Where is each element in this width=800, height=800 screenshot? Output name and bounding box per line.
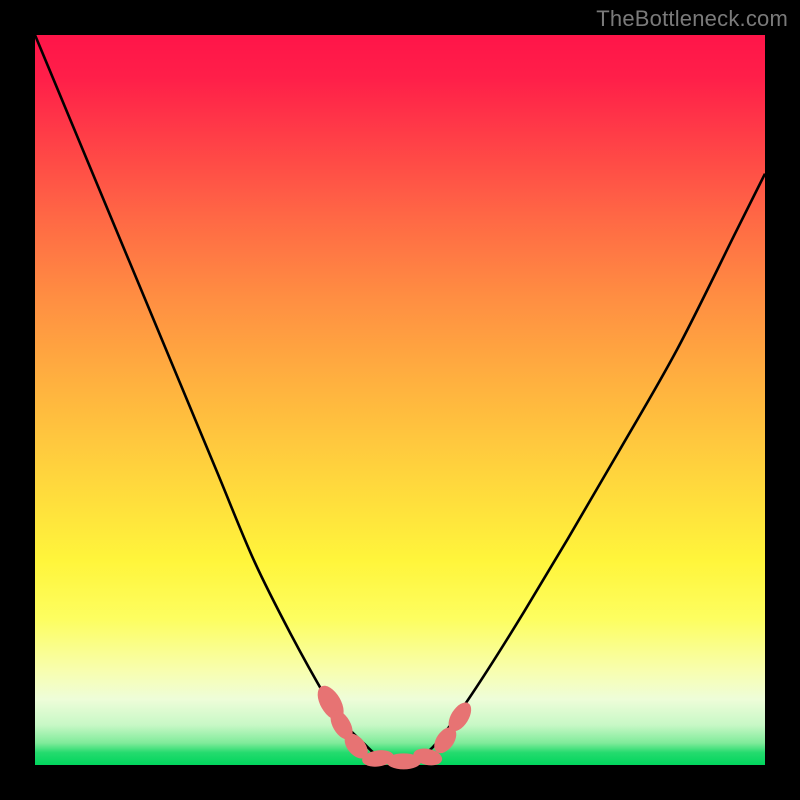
watermark-text: TheBottleneck.com <box>596 6 788 32</box>
curve-markers <box>312 681 475 769</box>
chart-frame: TheBottleneck.com <box>0 0 800 800</box>
bottleneck-curve <box>35 35 765 762</box>
curve-svg <box>35 35 765 765</box>
plot-area <box>35 35 765 765</box>
